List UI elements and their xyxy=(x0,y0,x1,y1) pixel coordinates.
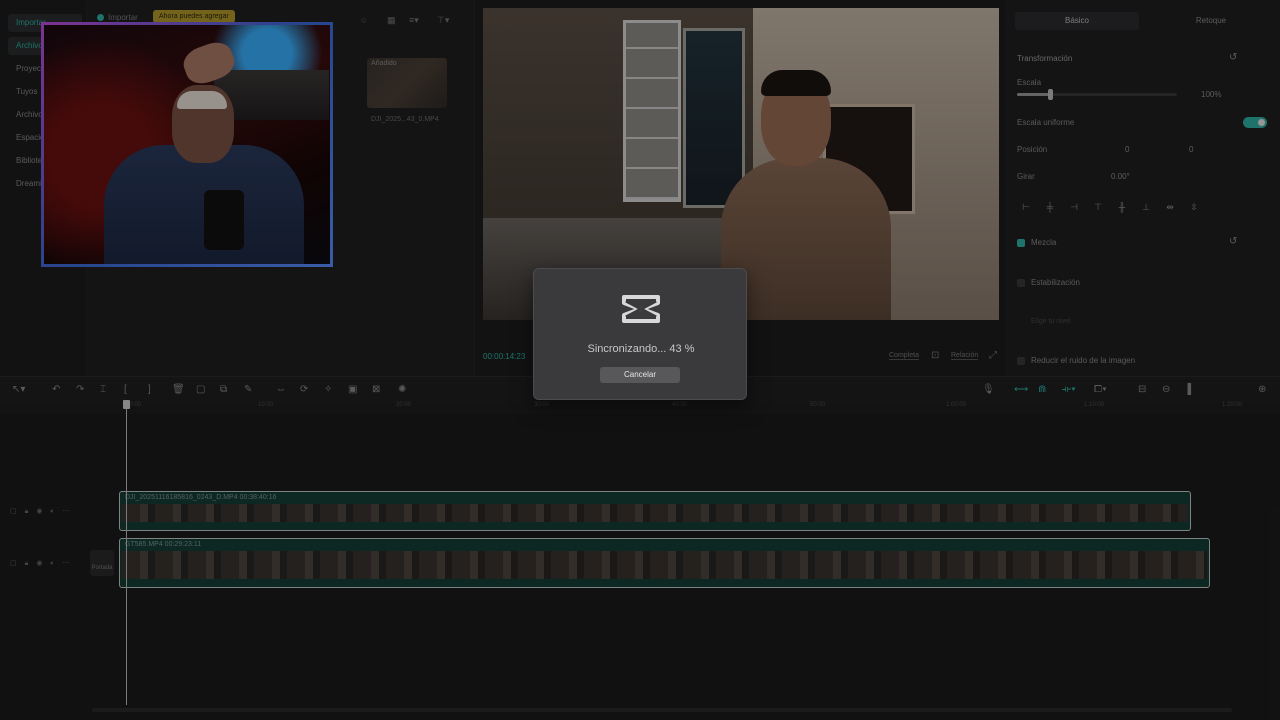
sync-progress-message: Sincronizando... 43 % xyxy=(587,343,695,355)
capcut-logo-icon xyxy=(622,295,660,323)
sync-progress-dialog: Sincronizando... 43 % Cancelar xyxy=(533,268,747,400)
cancel-button[interactable]: Cancelar xyxy=(600,367,680,383)
capcut-editor-window: Importar Archivo Proyecto Tuyos Archivo … xyxy=(0,0,1280,720)
